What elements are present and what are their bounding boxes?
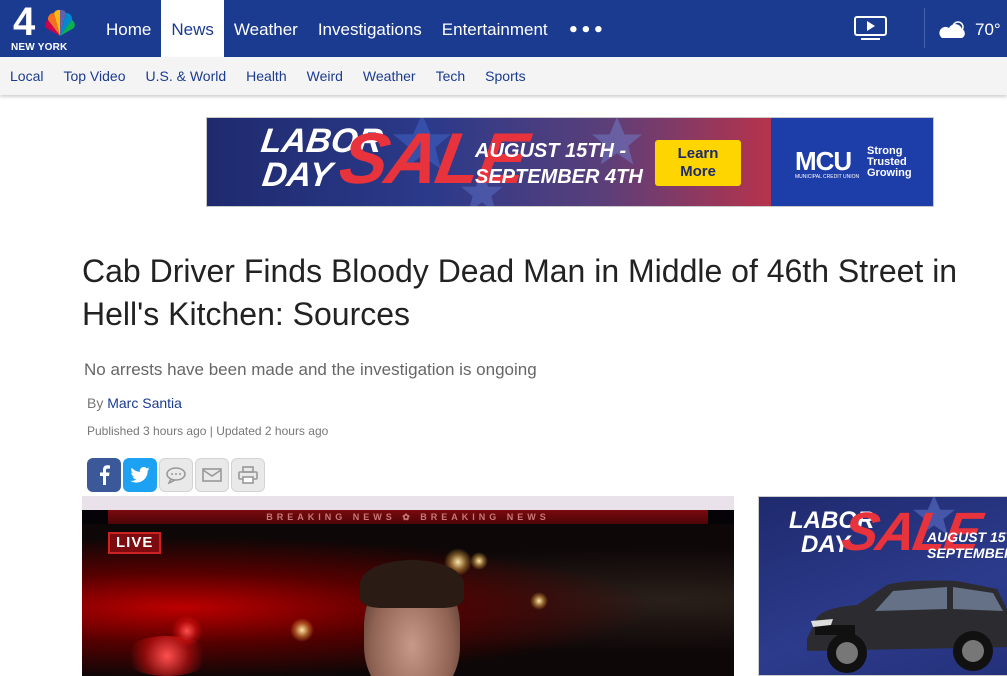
- byline-prefix: By: [87, 395, 104, 411]
- comment-button[interactable]: [159, 458, 193, 492]
- subnav-sports[interactable]: Sports: [485, 57, 525, 95]
- logo-city: NEW YORK: [11, 42, 68, 53]
- nav-entertainment[interactable]: Entertainment: [432, 0, 558, 57]
- police-light: [172, 616, 202, 646]
- side-ad-dates: AUGUST 15T SEPTEMBER: [927, 529, 1007, 561]
- byline: By Marc Santia: [87, 395, 182, 411]
- mcu-tagline: Strong Trusted Growing: [867, 146, 912, 179]
- learn-more-line2: More: [680, 163, 716, 180]
- temperature: 70°: [975, 20, 1001, 39]
- street-light: [530, 592, 548, 610]
- mcu-logo: MCU: [795, 146, 852, 176]
- ad-banner[interactable]: LABOR DAY SALE AUGUST 15TH - SEPTEMBER 4…: [206, 117, 934, 207]
- learn-more-button[interactable]: Learn More: [655, 140, 741, 186]
- video-top-strip: [82, 496, 734, 510]
- peacock-icon: [45, 9, 75, 37]
- email-share-button[interactable]: [195, 458, 229, 492]
- twitter-icon: [130, 467, 150, 483]
- reporter-hair: [360, 560, 464, 608]
- nav-investigations[interactable]: Investigations: [308, 0, 432, 57]
- live-badge: LIVE: [108, 532, 162, 554]
- subnav-weird[interactable]: Weird: [307, 57, 343, 95]
- subnav-top-video[interactable]: Top Video: [63, 57, 125, 95]
- twitter-share-button[interactable]: [123, 458, 157, 492]
- comment-icon: [166, 467, 186, 484]
- headline-line-2: Hell's Kitchen: Sources: [82, 296, 411, 332]
- publish-timestamp: Published 3 hours ago | Updated 2 hours …: [87, 424, 329, 438]
- headline-line-1: Cab Driver Finds Bloody Dead Man in Midd…: [82, 253, 958, 289]
- nav-weather[interactable]: Weather: [224, 0, 308, 57]
- weather-widget[interactable]: 70°: [936, 17, 1001, 43]
- side-ad[interactable]: LABOR DAY SALE AUGUST 15T SEPTEMBER: [758, 496, 1007, 676]
- side-ad-date-end: SEPTEMBER: [927, 545, 1007, 561]
- article-dek: No arrests have been made and the invest…: [84, 360, 537, 379]
- video-player[interactable]: BREAKING NEWS ✿ BREAKING NEWS LIVE: [82, 496, 734, 676]
- side-ad-date-start: AUGUST 15T: [927, 529, 1007, 545]
- street-light: [290, 618, 314, 642]
- main-nav: Home News Weather Investigations Enterta…: [96, 0, 615, 57]
- street-light: [470, 552, 488, 570]
- author-link[interactable]: Marc Santia: [107, 395, 182, 411]
- ad-date-start: AUGUST 15TH -: [475, 140, 627, 162]
- article-headline: Cab Driver Finds Bloody Dead Man in Midd…: [82, 250, 1007, 336]
- more-menu-icon[interactable]: •••: [558, 0, 616, 57]
- cloud-icon: [939, 21, 965, 38]
- subnav-local[interactable]: Local: [10, 57, 43, 95]
- sub-nav: Local Top Video U.S. & World Health Weir…: [0, 57, 1007, 95]
- ad-dates: AUGUST 15TH - SEPTEMBER 4TH: [475, 138, 643, 190]
- subnav-us-world[interactable]: U.S. & World: [145, 57, 226, 95]
- nav-home[interactable]: Home: [96, 0, 161, 57]
- email-icon: [202, 468, 222, 482]
- top-nav-bar: 4 NEW YORK Home News Weather Investigati…: [0, 0, 1007, 57]
- print-button[interactable]: [231, 458, 265, 492]
- tagline-growing: Growing: [867, 167, 912, 179]
- police-light: [122, 636, 212, 676]
- ad-date-end: SEPTEMBER 4TH: [475, 166, 643, 188]
- subnav-tech[interactable]: Tech: [436, 57, 466, 95]
- suv-car-image: [807, 580, 1007, 673]
- learn-more-line1: Learn: [677, 145, 719, 162]
- nbc-4-new-york-logo[interactable]: 4 NEW YORK: [10, 0, 82, 54]
- subnav-health[interactable]: Health: [246, 57, 286, 95]
- facebook-icon: [100, 465, 110, 485]
- mcu-brand-panel: MCU MUNICIPAL CREDIT UNION Strong Truste…: [771, 118, 933, 206]
- play-video-icon[interactable]: [853, 15, 888, 41]
- share-bar: [87, 458, 267, 492]
- mcu-fullname: MUNICIPAL CREDIT UNION: [795, 174, 860, 180]
- breaking-news-ticker: BREAKING NEWS ✿ BREAKING NEWS: [108, 510, 708, 524]
- nav-divider: [924, 8, 925, 48]
- facebook-share-button[interactable]: [87, 458, 121, 492]
- logo-number: 4: [13, 0, 35, 44]
- print-icon: [238, 466, 258, 484]
- nav-news[interactable]: News: [161, 0, 224, 57]
- subnav-weather[interactable]: Weather: [363, 57, 416, 95]
